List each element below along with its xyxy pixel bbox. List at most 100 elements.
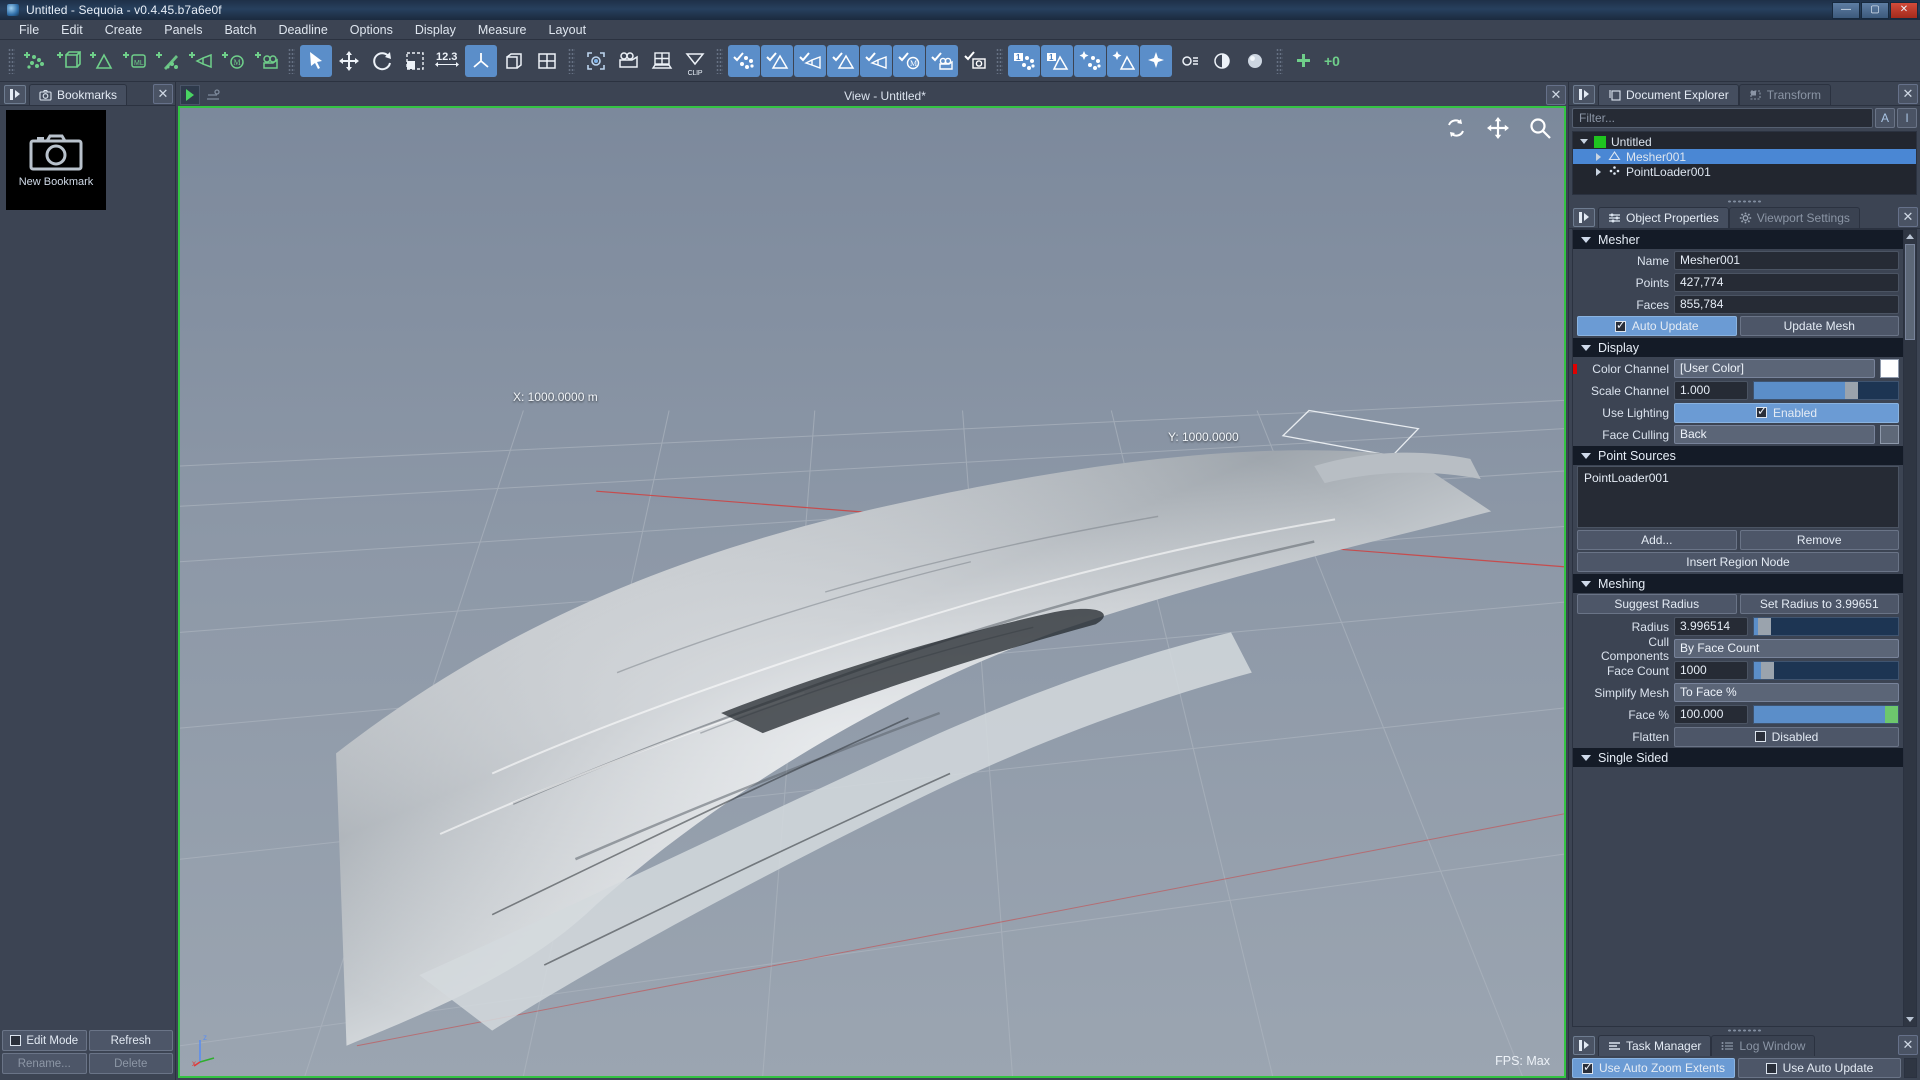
toolbar-grip[interactable] <box>996 48 1003 74</box>
menu-measure[interactable]: Measure <box>467 21 538 39</box>
face-pct-slider[interactable] <box>1753 705 1899 724</box>
collapse-panel-icon[interactable] <box>4 85 26 104</box>
add-points-icon[interactable] <box>20 45 52 77</box>
close-icon[interactable]: ✕ <box>1546 85 1566 105</box>
menu-display[interactable]: Display <box>404 21 467 39</box>
scrollbar-thumb[interactable] <box>1905 244 1915 340</box>
filter-input[interactable]: Filter... <box>1572 108 1873 128</box>
radius-field[interactable]: 3.996514 <box>1674 617 1748 636</box>
scale-channel-field[interactable]: 1.000 <box>1674 381 1748 400</box>
bookmarks-list[interactable]: New Bookmark <box>0 106 175 1026</box>
chevron-right-icon[interactable] <box>1593 168 1603 176</box>
close-button[interactable]: ✕ <box>1890 2 1918 19</box>
rollup-mesher[interactable]: Mesher <box>1573 230 1903 249</box>
zoom-icon[interactable] <box>1528 116 1552 140</box>
play-icon[interactable] <box>180 85 200 105</box>
tree-item-untitled[interactable]: Untitled <box>1573 134 1916 149</box>
sparkle-points-icon[interactable] <box>1074 45 1106 77</box>
menu-panels[interactable]: Panels <box>153 21 213 39</box>
scroll-down-icon[interactable] <box>1904 1013 1916 1026</box>
toolbar-grip[interactable] <box>716 48 723 74</box>
perspective-icon[interactable] <box>646 45 678 77</box>
numeric-123-icon[interactable]: 12.3 <box>432 45 464 77</box>
show-cone-icon[interactable] <box>761 45 793 77</box>
edit-mode-button[interactable]: Edit Mode <box>2 1030 87 1051</box>
tab-bookmarks[interactable]: Bookmarks <box>29 84 127 105</box>
rollup-display[interactable]: Display <box>1573 338 1903 357</box>
zoom-extents-icon[interactable] <box>580 45 612 77</box>
collapse-panel-icon[interactable] <box>1573 1036 1595 1055</box>
show-region-icon[interactable] <box>794 45 826 77</box>
camera-view-icon[interactable] <box>613 45 645 77</box>
set-radius-button[interactable]: Set Radius to 3.99651 <box>1740 594 1900 614</box>
radius-slider[interactable] <box>1753 617 1899 636</box>
add-plus-icon[interactable] <box>1288 45 1320 77</box>
suggest-radius-button[interactable]: Suggest Radius <box>1577 594 1737 614</box>
menu-create[interactable]: Create <box>94 21 154 39</box>
close-icon[interactable]: ✕ <box>153 84 173 104</box>
tab-object-properties[interactable]: Object Properties <box>1598 207 1729 228</box>
chevron-right-icon[interactable] <box>1593 153 1603 161</box>
scroll-up-icon[interactable] <box>1904 230 1916 243</box>
tab-log-window[interactable]: Log Window <box>1711 1035 1815 1056</box>
menu-layout[interactable]: Layout <box>538 21 598 39</box>
refresh-button[interactable]: Refresh <box>89 1030 174 1051</box>
use-lighting-toggle[interactable]: Enabled <box>1674 403 1899 423</box>
toolbar-grip[interactable] <box>1276 48 1283 74</box>
show-frustum-icon[interactable] <box>860 45 892 77</box>
face-culling-combo[interactable]: Back <box>1674 425 1875 444</box>
insert-region-node-button[interactable]: Insert Region Node <box>1577 552 1899 572</box>
maximize-button[interactable]: ▢ <box>1861 2 1889 19</box>
task-list-scrollbar[interactable] <box>1904 1058 1917 1078</box>
auto-update-checkbox[interactable] <box>1615 321 1626 332</box>
tab-transform[interactable]: Transform <box>1739 84 1831 105</box>
color-channel-combo[interactable]: [User Color] <box>1674 359 1875 378</box>
add-cone-icon[interactable] <box>86 45 118 77</box>
select-arrow-icon[interactable] <box>300 45 332 77</box>
show-mesher-icon[interactable]: M <box>893 45 925 77</box>
light-icon[interactable] <box>1173 45 1205 77</box>
panel-splitter[interactable] <box>1569 1027 1920 1034</box>
add-button[interactable]: Add... <box>1577 530 1737 550</box>
properties-scrollbar[interactable] <box>1903 230 1916 1026</box>
show-mesh-icon[interactable] <box>827 45 859 77</box>
toolbar-grip[interactable] <box>8 48 15 74</box>
face-count-slider[interactable] <box>1753 661 1899 680</box>
show-camera-icon[interactable] <box>926 45 958 77</box>
new-bookmark-item[interactable]: New Bookmark <box>6 110 106 210</box>
viewport-lock-icon[interactable] <box>202 85 224 105</box>
scale-icon[interactable] <box>399 45 431 77</box>
viewport-3d[interactable]: X: 1000.0000 m Y: 1000.0000 FPS: Max z x <box>178 106 1566 1078</box>
menu-options[interactable]: Options <box>339 21 404 39</box>
sphere-icon[interactable] <box>1239 45 1271 77</box>
filter-name-icon[interactable]: A <box>1875 108 1895 128</box>
cull-components-combo[interactable]: By Face Count <box>1674 639 1899 658</box>
box-gizmo-icon[interactable] <box>498 45 530 77</box>
star-icon[interactable] <box>1140 45 1172 77</box>
tab-document-explorer[interactable]: Document Explorer <box>1598 84 1739 105</box>
axis-tripod-icon[interactable] <box>465 45 497 77</box>
tab-viewport-settings[interactable]: Viewport Settings <box>1729 207 1860 228</box>
rename-button[interactable]: Rename... <box>2 1053 87 1074</box>
pan-icon[interactable] <box>1486 116 1510 140</box>
clip-icon[interactable]: CLIP <box>679 45 711 77</box>
color-channel-swatch[interactable] <box>1880 359 1899 378</box>
list-item[interactable]: PointLoader001 <box>1584 471 1892 485</box>
flatten-toggle[interactable]: Disabled <box>1674 727 1899 747</box>
panel-splitter[interactable] <box>1569 198 1920 205</box>
scene-tree[interactable]: Untitled Mesher001 PointLoader001 <box>1572 131 1917 195</box>
simplify-mesh-combo[interactable]: To Face % <box>1674 683 1899 702</box>
menu-deadline[interactable]: Deadline <box>267 21 338 39</box>
remove-button[interactable]: Remove <box>1740 530 1900 550</box>
rotate-icon[interactable] <box>366 45 398 77</box>
point-display-icon[interactable]: 1 <box>1008 45 1040 77</box>
close-icon[interactable]: ✕ <box>1898 1035 1918 1055</box>
filter-type-icon[interactable]: I <box>1897 108 1917 128</box>
toolbar-grip[interactable] <box>288 48 295 74</box>
tree-item-mesher001[interactable]: Mesher001 <box>1573 149 1916 164</box>
show-points-icon[interactable] <box>728 45 760 77</box>
close-icon[interactable]: ✕ <box>1898 207 1918 227</box>
minimize-button[interactable]: — <box>1832 2 1860 19</box>
rollup-meshing[interactable]: Meshing <box>1573 574 1903 593</box>
face-count-field[interactable]: 1000 <box>1674 661 1748 680</box>
